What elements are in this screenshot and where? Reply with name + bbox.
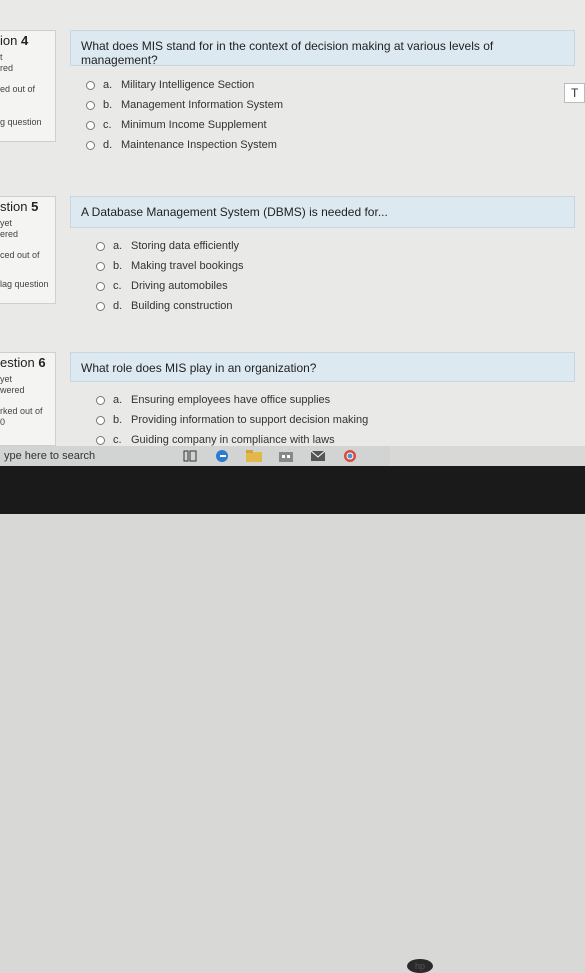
answer-option[interactable]: a. Storing data efficiently <box>96 236 244 256</box>
answer-option[interactable]: b. Making travel bookings <box>96 256 244 276</box>
question-info-6: estion 6 yet wered rked out of 0 <box>0 352 56 446</box>
answer-option[interactable]: b. Management Information System <box>86 95 283 115</box>
radio-button[interactable] <box>96 395 105 405</box>
store-icon[interactable] <box>276 449 296 463</box>
answer-list-6: a. Ensuring employees have office supplie… <box>96 390 368 446</box>
answer-option[interactable]: c. Guiding company in compliance with law… <box>96 430 368 446</box>
radio-button[interactable] <box>86 100 95 110</box>
question-status: t <box>0 52 3 62</box>
monitor-bezel: hp <box>0 466 585 973</box>
radio-button[interactable] <box>86 140 95 150</box>
radio-button[interactable] <box>96 281 105 291</box>
question-text-box-6: What role does MIS play in an organizati… <box>70 352 575 382</box>
question-status-2: red <box>0 63 14 73</box>
flag-question-link[interactable]: g question <box>0 117 53 128</box>
question-text: What does MIS stand for in the context o… <box>81 39 494 67</box>
question-number-4: ion 4 <box>0 33 29 48</box>
radio-button[interactable] <box>86 80 95 90</box>
flag-question-link[interactable]: lag question <box>0 279 53 290</box>
answer-option[interactable]: b. Providing information to support decis… <box>96 410 368 430</box>
file-explorer-icon[interactable] <box>244 449 264 463</box>
question-marks-value: 0 <box>0 417 6 427</box>
mail-icon[interactable] <box>308 449 328 463</box>
task-view-icon[interactable] <box>180 449 200 463</box>
radio-button[interactable] <box>96 241 105 251</box>
question-marks: ced out of <box>0 250 40 260</box>
answer-option[interactable]: a. Ensuring employees have office supplie… <box>96 390 368 410</box>
question-status: yet <box>0 218 13 228</box>
question-text-box-4: What does MIS stand for in the context o… <box>70 30 575 67</box>
answer-option[interactable]: c. Minimum Income Supplement <box>86 115 283 135</box>
question-status: yet <box>0 374 13 384</box>
taskbar: ype here to search <box>0 446 390 466</box>
question-marks: rked out of <box>0 406 43 416</box>
edge-icon[interactable] <box>212 449 232 463</box>
chrome-icon[interactable] <box>340 449 360 463</box>
question-marks: ed out of <box>0 84 36 94</box>
question-status-2: ered <box>0 229 19 239</box>
radio-button[interactable] <box>96 301 105 311</box>
question-text: What role does MIS play in an organizati… <box>81 361 317 375</box>
question-text-box-5: A Database Management System (DBMS) is n… <box>70 196 575 228</box>
question-info-4: ion 4 t red ed out of g question <box>0 30 56 142</box>
radio-button[interactable] <box>96 261 105 271</box>
answer-option[interactable]: d. Maintenance Inspection System <box>86 135 283 155</box>
answer-list-4: a. Military Intelligence Section b. Manage… <box>86 75 283 155</box>
radio-button[interactable] <box>96 435 105 445</box>
answer-option[interactable]: a. Military Intelligence Section <box>86 75 283 95</box>
answer-option[interactable]: d. Building construction <box>96 296 244 316</box>
side-panel-edge[interactable]: T <box>564 83 585 103</box>
question-number-5: stion 5 <box>0 199 39 214</box>
question-text: A Database Management System (DBMS) is n… <box>81 205 388 219</box>
answer-list-5: a. Storing data efficiently b. Making trav… <box>96 236 244 316</box>
brand-logo: hp <box>407 959 433 973</box>
taskbar-search-box[interactable]: ype here to search <box>0 450 174 462</box>
quiz-page: ion 4 t red ed out of g question What do… <box>0 0 585 446</box>
question-number-6: estion 6 <box>0 355 46 370</box>
radio-button[interactable] <box>96 415 105 425</box>
question-status-2: wered <box>0 385 25 395</box>
answer-option[interactable]: c. Driving automobiles <box>96 276 244 296</box>
question-info-5: stion 5 yet ered ced out of lag question <box>0 196 56 304</box>
radio-button[interactable] <box>86 120 95 130</box>
